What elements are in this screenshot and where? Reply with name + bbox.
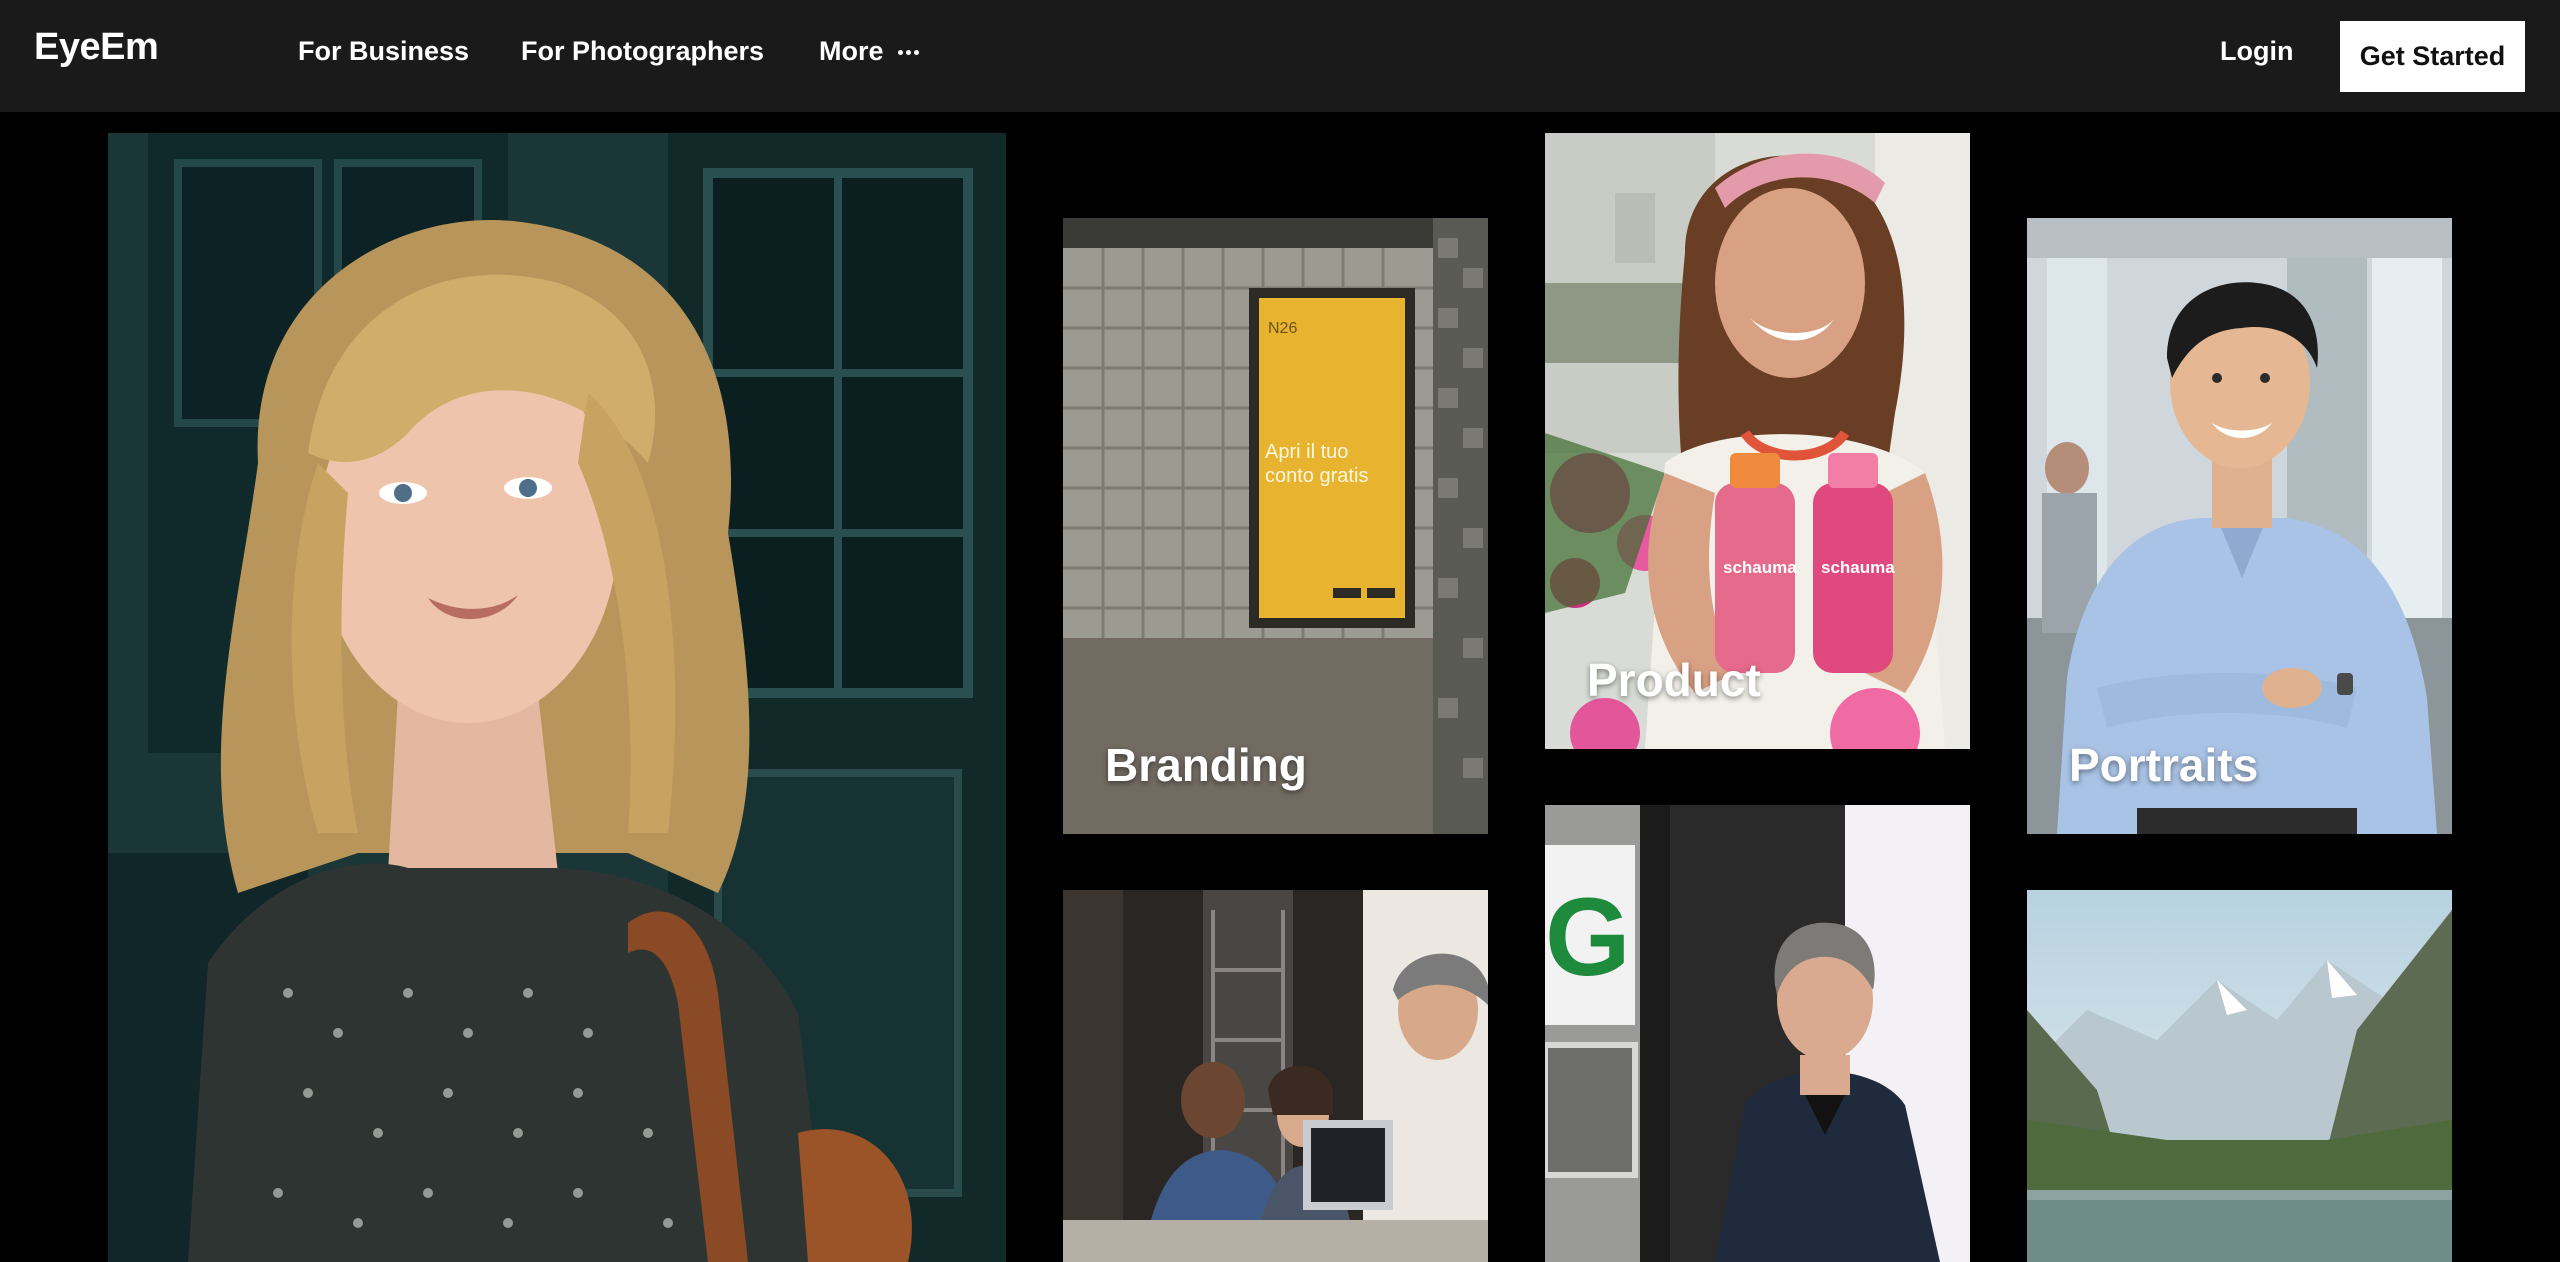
tile-label-portraits: Portraits [2069, 739, 2259, 791]
photo-tile-conference-speaker[interactable]: G [1545, 805, 1970, 1262]
photo-tile-portraits[interactable]: Portraits [2027, 218, 2452, 834]
tile-label-branding: Branding [1105, 739, 1307, 791]
tile-label-product: Product [1587, 654, 1761, 706]
photo-tile-office-meeting[interactable] [1063, 890, 1488, 1262]
svg-text:Apri il tuo: Apri il tuo [1265, 441, 1348, 463]
eyeem-logo[interactable]: EyeEm [34, 26, 159, 69]
photo-tile-product[interactable]: schauma schauma Product [1545, 133, 1970, 749]
photo-tile-alpine-lake[interactable] [2027, 890, 2452, 1262]
woman-portrait-image [108, 133, 1006, 1262]
photo-tile-branding[interactable]: N26 Apri il tuo conto gratis Branding [1063, 218, 1488, 834]
svg-text:schauma: schauma [1821, 558, 1895, 577]
alpine-lake-image [2027, 890, 2452, 1262]
svg-text:G: G [1545, 876, 1631, 999]
svg-text:conto gratis: conto gratis [1265, 465, 1368, 487]
nav-link-for-photographers[interactable]: For Photographers [521, 36, 764, 67]
nav-link-more[interactable]: More [819, 36, 884, 67]
office-meeting-image [1063, 890, 1488, 1262]
photo-tile-woman-portrait[interactable] [108, 133, 1006, 1262]
n26-brand-text: N26 [1268, 320, 1297, 337]
top-navbar: EyeEm For Business For Photographers Mor… [0, 0, 2560, 112]
nav-link-for-business[interactable]: For Business [298, 36, 469, 67]
ellipsis-icon[interactable] [898, 46, 920, 60]
svg-text:schauma: schauma [1723, 558, 1797, 577]
login-link[interactable]: Login [2220, 36, 2293, 67]
get-started-button[interactable]: Get Started [2340, 21, 2525, 92]
conference-speaker-image: G [1545, 805, 1970, 1262]
